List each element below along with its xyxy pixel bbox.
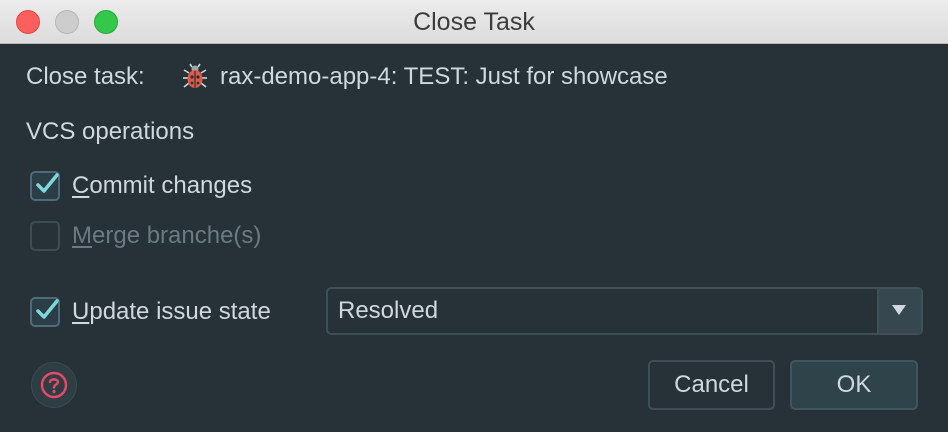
- checkmark-icon: [36, 173, 59, 193]
- checkmark-icon: [36, 299, 59, 319]
- help-icon: [40, 371, 68, 399]
- close-task-label: Close task:: [26, 63, 145, 90]
- update-issue-state-label[interactable]: Update issue state: [72, 298, 271, 326]
- close-task-dialog: Close Task Close task: rax-demo-app-4: T…: [0, 0, 948, 432]
- cancel-button[interactable]: Cancel: [648, 360, 775, 410]
- task-name: rax-demo-app-4: TEST: Just for showcase: [220, 63, 668, 90]
- window-title: Close Task: [413, 8, 535, 36]
- merge-branches-label[interactable]: Merge branche(s): [72, 222, 261, 250]
- issue-state-dropdown-button[interactable]: [877, 289, 921, 333]
- update-issue-state-checkbox[interactable]: [30, 297, 60, 327]
- commit-changes-checkbox[interactable]: [30, 171, 60, 201]
- issue-state-value: Resolved: [338, 297, 439, 324]
- bug-icon: [183, 63, 207, 88]
- commit-changes-label[interactable]: Commit changes: [72, 172, 252, 200]
- ok-button[interactable]: OK: [790, 360, 918, 410]
- merge-branches-checkbox[interactable]: [30, 221, 60, 251]
- vcs-operations-heading: VCS operations: [26, 118, 195, 145]
- triangle-down-icon: [892, 305, 906, 315]
- title-bar: Close Task: [0, 0, 948, 44]
- issue-state-select[interactable]: Resolved: [326, 287, 923, 335]
- help-button[interactable]: [31, 362, 77, 408]
